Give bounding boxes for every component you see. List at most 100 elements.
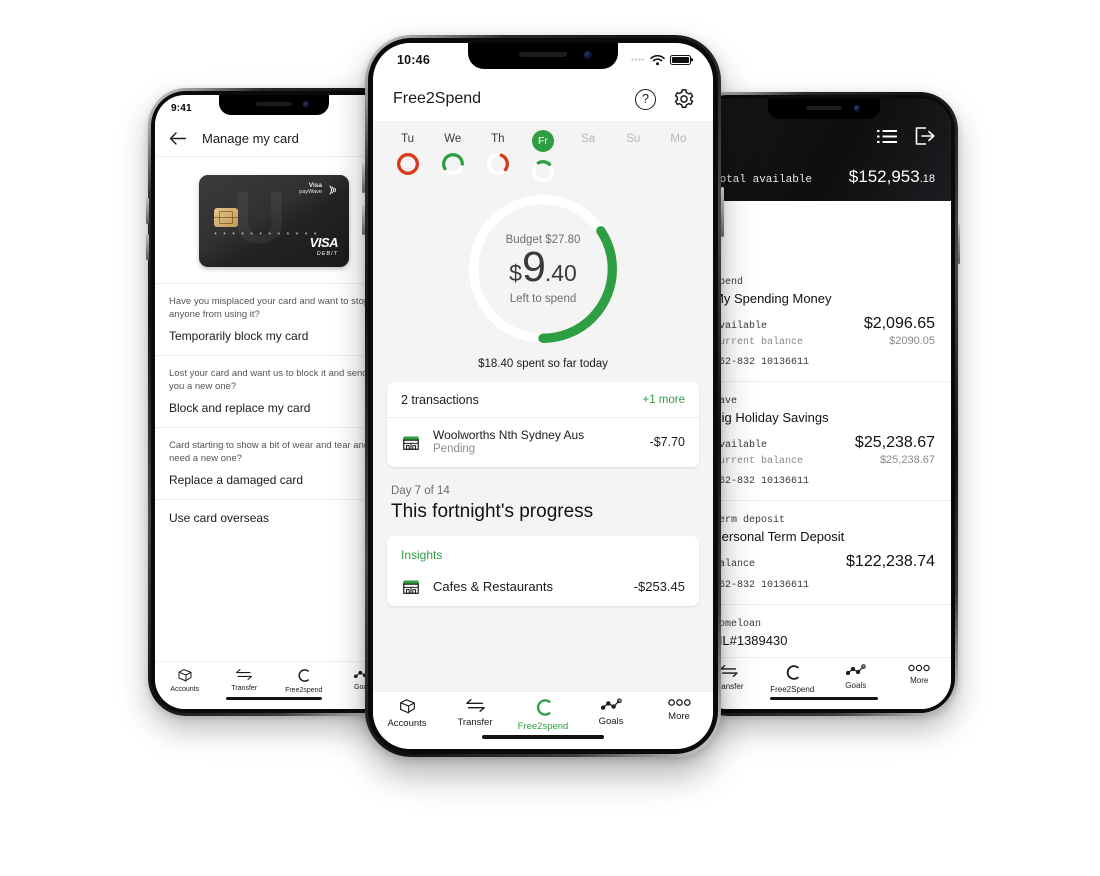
- item-action[interactable]: Use card overseas: [169, 511, 379, 525]
- back-arrow-icon[interactable]: [169, 132, 186, 145]
- gear-icon[interactable]: [673, 88, 695, 110]
- balance-value: $2090.05: [889, 335, 935, 347]
- tab-label: More: [910, 676, 929, 685]
- fortnight-progress-title: This fortnight's progress: [391, 501, 594, 522]
- day-ring: [531, 160, 554, 182]
- available-label: available: [713, 321, 768, 332]
- tab-goals[interactable]: Goals: [577, 698, 645, 727]
- status-time: 9:41: [171, 102, 192, 114]
- tab-transfer[interactable]: Transfer: [441, 698, 509, 728]
- account-available-row: available $2,096.65: [713, 315, 935, 333]
- logout-icon[interactable]: [915, 127, 935, 145]
- tab-more[interactable]: More: [888, 664, 952, 685]
- bank-card-container: U * * * * * * * * * * * * Visa payWave V…: [155, 157, 393, 283]
- account-name: Big Holiday Savings: [713, 410, 829, 425]
- day-sa[interactable]: Sa: [566, 133, 611, 183]
- center-tab-bar: Accounts Transfer Free2spend Goals More: [373, 691, 713, 749]
- list-item[interactable]: Card starting to show a bit of wear and …: [155, 427, 393, 499]
- phone-center-free2spend: 10:46 •••• Free2Spend ? Tu We Th Fr Sa S…: [362, 35, 724, 757]
- account-row[interactable]: Term deposit Personal Term Deposit balan…: [697, 501, 951, 605]
- tab-more[interactable]: More: [645, 698, 713, 722]
- power-button[interactable]: [957, 224, 960, 264]
- day-label: Sa: [581, 133, 596, 145]
- contactless-icon: [329, 185, 337, 195]
- tab-free2spend[interactable]: Free2Spend: [761, 664, 825, 694]
- volume-up-button[interactable]: [146, 198, 149, 224]
- insights-title: Insights: [401, 548, 443, 562]
- day-su[interactable]: Su: [611, 133, 656, 183]
- insight-category: Cafes & Restaurants: [433, 578, 553, 594]
- day-mo[interactable]: Mo: [656, 133, 701, 183]
- spent-today-label: $18.40 spent so far today: [478, 358, 608, 370]
- home-indicator[interactable]: [226, 696, 322, 700]
- tab-label: Free2Spend: [770, 685, 815, 694]
- transactions-more-link[interactable]: +1 more: [642, 394, 685, 406]
- day-label: Mo: [670, 133, 687, 145]
- item-action[interactable]: Replace a damaged card: [169, 473, 379, 487]
- day-label: Su: [626, 133, 641, 145]
- help-icon[interactable]: ?: [635, 88, 656, 110]
- goals-icon: [845, 664, 866, 676]
- item-action[interactable]: Block and replace my card: [169, 401, 379, 415]
- currency-symbol: $: [509, 259, 522, 286]
- day-th[interactable]: Th: [475, 133, 520, 183]
- account-row[interactable]: Save Big Holiday Savings available $25,2…: [697, 382, 951, 501]
- account-row[interactable]: Spend My Spending Money available $2,096…: [697, 263, 951, 382]
- item-action[interactable]: Temporarily block my card: [169, 329, 379, 343]
- tab-accounts[interactable]: Accounts: [373, 698, 441, 729]
- earpiece-speaker: [806, 106, 842, 110]
- volume-up-button[interactable]: [362, 163, 365, 193]
- volume-down-button[interactable]: [146, 234, 149, 260]
- tab-goals[interactable]: Goals: [824, 664, 888, 690]
- header-icons: [713, 127, 935, 145]
- day-fr[interactable]: Fr: [520, 130, 565, 183]
- day-ring: [622, 153, 645, 175]
- account-row[interactable]: Homeloan HL#1389430 available $923.82 cu…: [697, 605, 951, 657]
- phone-screen: Total available $152,953.18 Spend My Spe…: [697, 99, 951, 709]
- tab-free2spend[interactable]: Free2spend: [509, 698, 577, 732]
- front-camera: [853, 105, 860, 112]
- account-bsb: 062-832 10136611: [713, 357, 810, 368]
- day-we[interactable]: We: [430, 133, 475, 183]
- free2spend-body: Tu We Th Fr Sa Su Mo Budget $27.80 $ 9 .…: [373, 121, 713, 691]
- account-bsb: 062-832 10136611: [713, 580, 810, 591]
- list-item[interactable]: Have you misplaced your card and want to…: [155, 283, 393, 355]
- free2spend-icon: [536, 699, 551, 716]
- transfer-icon: [236, 668, 253, 681]
- day-label: Fr: [531, 130, 554, 152]
- transaction-amount: -$7.70: [649, 434, 685, 449]
- power-button[interactable]: [721, 187, 724, 237]
- accounts-list[interactable]: Spend My Spending Money available $2,096…: [697, 263, 951, 657]
- status-time: 10:46: [397, 53, 430, 67]
- list-item[interactable]: Lost your card and want us to block it a…: [155, 355, 393, 427]
- account-name: My Spending Money: [713, 291, 832, 306]
- transfer-icon: [720, 664, 738, 678]
- tab-accounts[interactable]: Accounts: [155, 668, 215, 693]
- insights-card[interactable]: Insights Cafes & Restaurants -$253.45: [387, 536, 699, 606]
- insight-amount: -$253.45: [633, 578, 685, 594]
- transactions-card[interactable]: 2 transactions +1 more Woolworths Nth Sy…: [387, 382, 699, 467]
- transaction-row[interactable]: Woolworths Nth Sydney Aus Pending -$7.70: [387, 418, 699, 467]
- day-tu[interactable]: Tu: [385, 133, 430, 183]
- free2spend-icon: [298, 669, 310, 682]
- bank-card[interactable]: U * * * * * * * * * * * * Visa payWave V…: [199, 175, 349, 267]
- chip-icon: [214, 208, 238, 227]
- phone-right-accounts: Total available $152,953.18 Spend My Spe…: [690, 92, 960, 716]
- transaction-details: Woolworths Nth Sydney Aus Pending: [433, 428, 638, 455]
- tab-label: Accounts: [387, 718, 427, 729]
- tab-label: Free2spend: [517, 721, 569, 732]
- total-cents: .18: [919, 173, 935, 185]
- list-icon[interactable]: [877, 129, 897, 144]
- visa-text: VISA: [309, 235, 339, 250]
- home-indicator[interactable]: [770, 696, 878, 700]
- list-item[interactable]: Use card overseas: [155, 499, 393, 537]
- tab-label: Free2spend: [285, 687, 323, 694]
- home-indicator[interactable]: [482, 735, 604, 739]
- left-app-bar: Manage my card: [155, 121, 393, 157]
- tab-transfer[interactable]: Transfer: [215, 668, 275, 692]
- insight-row[interactable]: Cafes & Restaurants -$253.45: [401, 576, 685, 596]
- left-to-spend-amount: $ 9 .40: [509, 245, 577, 289]
- tab-free2spend[interactable]: Free2spend: [274, 668, 334, 694]
- volume-down-button[interactable]: [362, 205, 365, 235]
- tab-label: Transfer: [231, 685, 258, 692]
